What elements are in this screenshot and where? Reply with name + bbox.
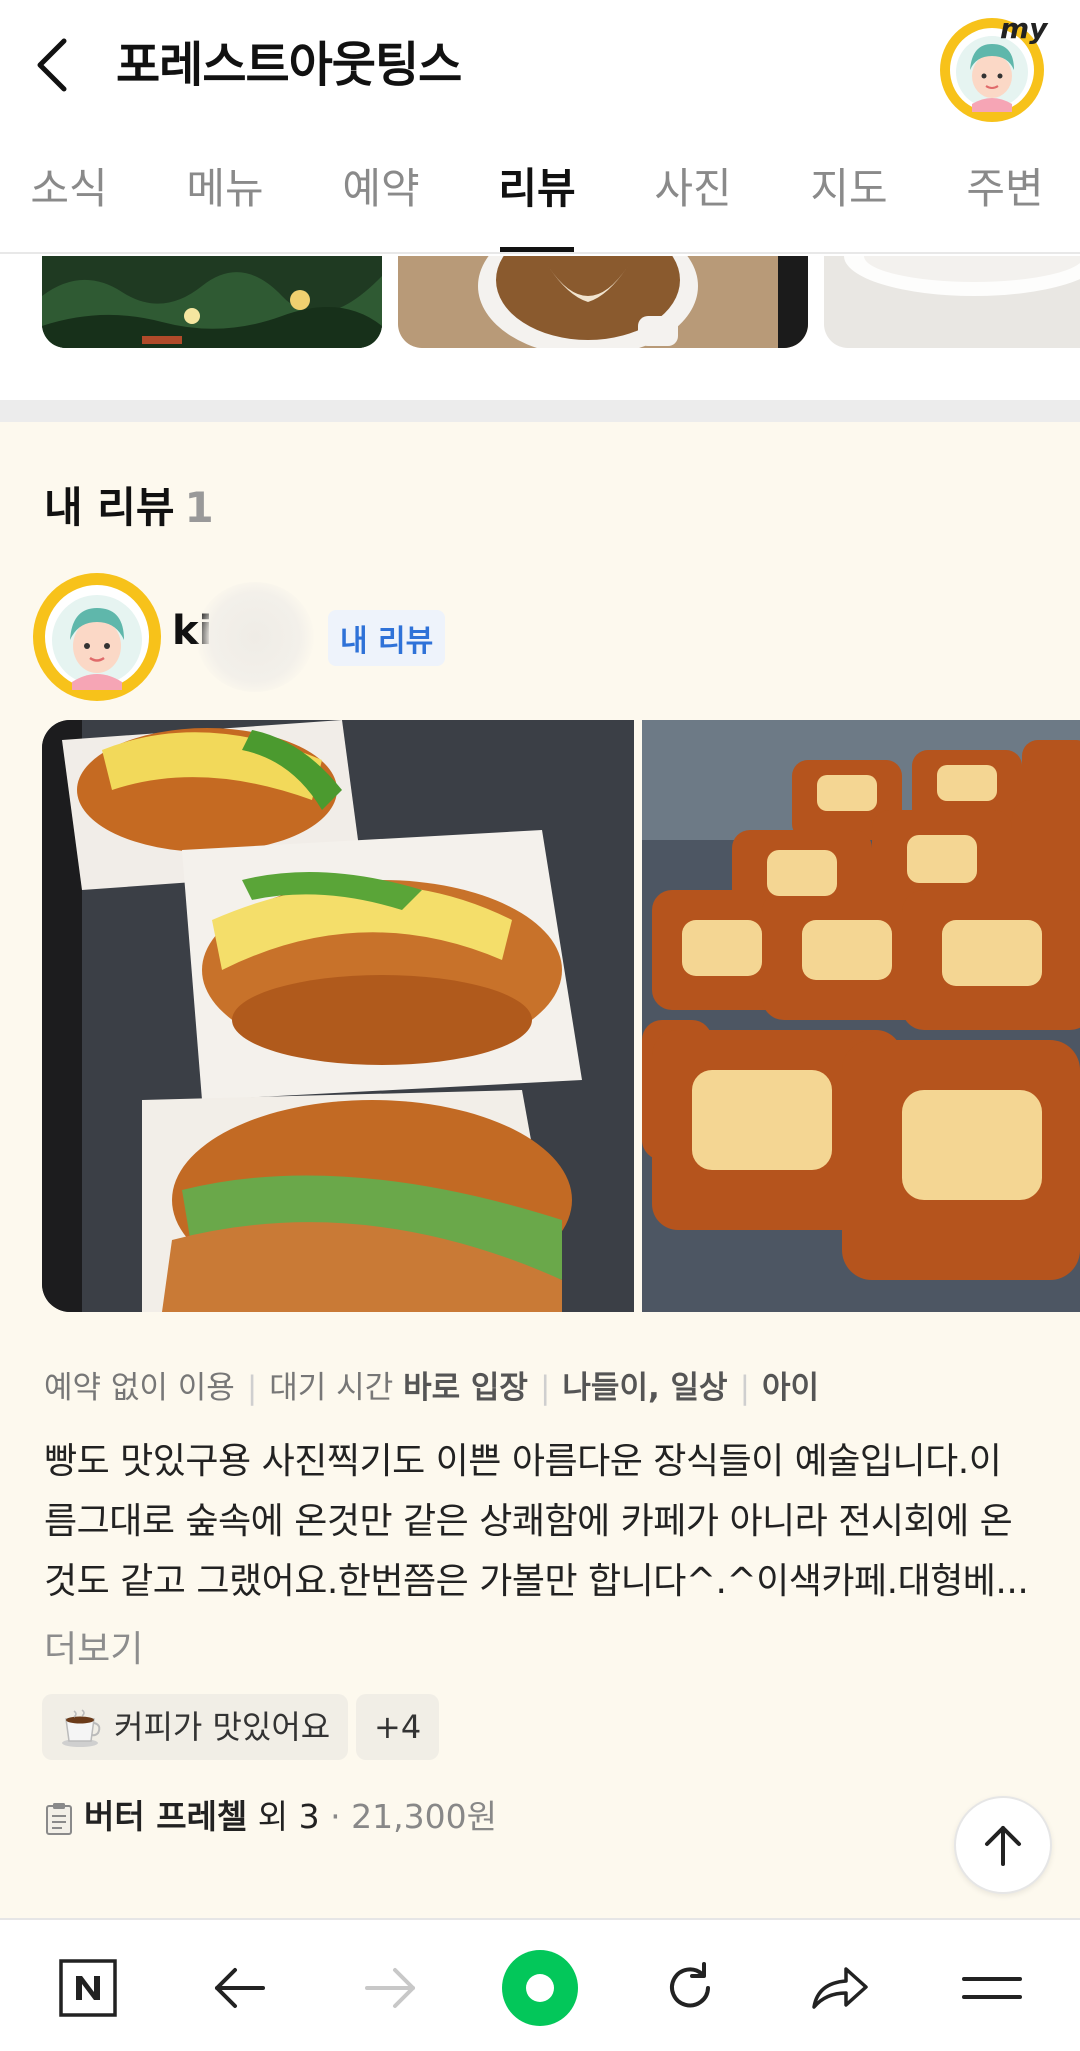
my-badge-label: my: [1000, 12, 1048, 45]
arrow-right-icon: [365, 1968, 415, 2008]
review-body-line: 빵도 맛있구용 사진찍기도 이쁜 아름다운 장식들이 예술입니다.이: [44, 1441, 1002, 1482]
my-profile-button[interactable]: my: [938, 12, 1050, 124]
tab-nearby[interactable]: 주변: [950, 150, 1060, 252]
strip-photo-dessert[interactable]: [824, 256, 1080, 348]
section-title: 내 리뷰 1: [44, 474, 214, 535]
review-meta: 예약 없이 이용 | 대기 시간 바로 입장 | 나들이, 일상 | 아이: [44, 1370, 820, 1406]
scroll-top-button[interactable]: [954, 1796, 1052, 1894]
browser-forward-button[interactable]: [340, 1938, 440, 2038]
coffee-cup-icon: [62, 1709, 101, 1747]
keyword-chip-label: 커피가 맛있어요: [114, 1708, 331, 1746]
refresh-icon: [670, 1962, 710, 2008]
strip-photo-garden[interactable]: [42, 256, 382, 348]
receipt-icon: [46, 1802, 72, 1835]
meta-wait-label: 대기 시간: [269, 1370, 394, 1406]
more-keywords-chip[interactable]: +4: [356, 1694, 440, 1760]
meta-wait-value: 바로 입장: [403, 1370, 528, 1406]
receipt-more: 외 3: [257, 1797, 320, 1836]
receipt-item: 버터 프레첼: [84, 1797, 248, 1836]
tab-news[interactable]: 소식: [14, 150, 124, 252]
naver-green-button[interactable]: [490, 1938, 590, 2038]
share-icon: [812, 1967, 868, 2009]
meta-purpose: 나들이, 일상: [562, 1370, 728, 1406]
app-header: 포레스트아웃팅스 my: [0, 0, 1080, 130]
review-count: 1: [184, 483, 214, 532]
meta-companion: 아이: [762, 1370, 820, 1406]
back-button[interactable]: [32, 30, 92, 100]
tab-map[interactable]: 지도: [794, 150, 904, 252]
author-avatar-icon: [33, 573, 161, 701]
arrow-left-icon: [215, 1968, 265, 2008]
receipt-info: 버터 프레첼 외 3 · 21,300원: [44, 1790, 497, 1838]
tab-review[interactable]: 리뷰: [482, 150, 592, 252]
menu-button[interactable]: [942, 1938, 1042, 2038]
chevron-left-icon: [37, 38, 67, 92]
meta-reservation: 예약 없이 이용: [44, 1370, 235, 1406]
browser-bottom-bar: [0, 1918, 1080, 2051]
review-photo-danish[interactable]: [642, 720, 1080, 1312]
review-body[interactable]: 빵도 맛있구용 사진찍기도 이쁜 아름다운 장식들이 예술입니다.이 름그대로 …: [44, 1432, 1034, 1612]
more-button[interactable]: 더보기: [44, 1620, 143, 1672]
tab-reservation[interactable]: 예약: [326, 150, 436, 252]
review-photos: [42, 720, 1080, 1312]
photo-strip: [0, 256, 1080, 400]
arrow-up-icon: [985, 1826, 1021, 1866]
tab-photos[interactable]: 사진: [638, 150, 748, 252]
review-body-line: 름그대로 숲속에 온것만 같은 상쾌함에 카페가 아니라 전시회에 온: [44, 1501, 1013, 1542]
strip-photo-latte[interactable]: [398, 256, 808, 348]
review-photo-sandwich[interactable]: [42, 720, 634, 1312]
menu-icon: [962, 1977, 1022, 1999]
keyword-chip[interactable]: 커피가 맛있어요: [42, 1694, 349, 1760]
receipt-price: 21,300원: [351, 1797, 497, 1836]
naver-home-button[interactable]: [38, 1938, 138, 2038]
section-title-label: 내 리뷰: [44, 483, 175, 532]
name-blur-mask: [196, 582, 314, 692]
naver-n-icon: [59, 1959, 117, 2017]
review-body-line: 것도 같고 그랬어요.한번쯤은 가볼만 합니다^.^이색카페.대형베...: [44, 1561, 1029, 1602]
refresh-button[interactable]: [640, 1938, 740, 2038]
tab-bar: 소식 메뉴 예약 리뷰 사진 지도 주변: [0, 150, 1080, 254]
page-title: 포레스트아웃팅스: [116, 37, 462, 93]
my-review-section: 내 리뷰 1 ki 내 리뷰 예약 없이 이용 | 대기 시간 바로 입장 | …: [0, 422, 1080, 1922]
green-dot-icon: [502, 1950, 578, 2026]
section-divider: [0, 400, 1080, 422]
tab-menu[interactable]: 메뉴: [170, 150, 280, 252]
my-review-badge: 내 리뷰: [328, 610, 446, 666]
review-author[interactable]: ki 내 리뷰: [30, 570, 1030, 701]
browser-back-button[interactable]: [190, 1938, 290, 2038]
share-button[interactable]: [790, 1938, 890, 2038]
